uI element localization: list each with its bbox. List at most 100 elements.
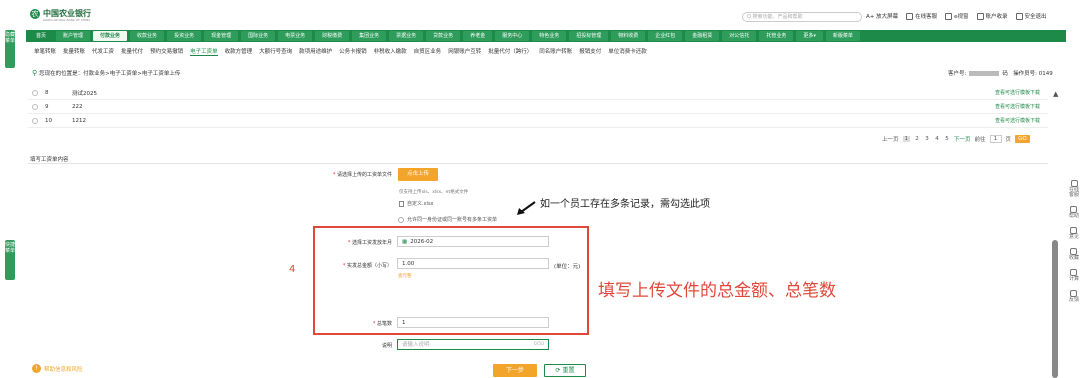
nav-item[interactable]: 更多▾ bbox=[796, 31, 823, 41]
table-row[interactable]: 8 测试2025 查看可选行模板下载 bbox=[28, 86, 1048, 100]
subnav-item[interactable]: 单位消费卡还款 bbox=[608, 47, 647, 56]
subnav-item[interactable]: 电子工资单 bbox=[190, 47, 218, 56]
checkbox-icon[interactable] bbox=[398, 216, 404, 223]
nav-item[interactable]: 服务中心 bbox=[495, 31, 530, 41]
subnav-item[interactable]: 自贸区业务 bbox=[414, 47, 442, 56]
subnav-item[interactable]: 批量代付（跨行） bbox=[488, 47, 532, 56]
template-table: 8 测试2025 查看可选行模板下载 9 222 查看可选行模板下载 10 12… bbox=[28, 86, 1048, 128]
step-number: 4 bbox=[289, 264, 296, 275]
template-download-link[interactable]: 查看可选行模板下载 bbox=[995, 117, 1040, 124]
online-service-button[interactable]: 在线客服 bbox=[906, 12, 937, 20]
amount-input[interactable]: 1.00 bbox=[397, 258, 549, 269]
subnav-item[interactable]: 代发工资 bbox=[92, 47, 114, 56]
subnav-item[interactable]: 公务卡报销 bbox=[339, 47, 367, 56]
table-row[interactable]: 10 1212 查看可选行模板下载 bbox=[28, 114, 1048, 128]
prev-page-button[interactable]: 上一页 bbox=[882, 135, 899, 143]
nav-item[interactable]: 养老金 bbox=[463, 31, 493, 41]
nav-item[interactable]: 电票业务 bbox=[278, 31, 313, 41]
nav-item[interactable]: 票据业务 bbox=[389, 31, 424, 41]
subnav-item[interactable]: 非税收入缴款 bbox=[374, 47, 407, 56]
page-button[interactable]: 2 bbox=[914, 136, 920, 142]
page-button[interactable]: 5 bbox=[944, 136, 950, 142]
nav-item[interactable]: 国际业务 bbox=[241, 31, 276, 41]
hide-menu-tab[interactable]: 隐藏菜单 bbox=[5, 30, 15, 68]
nav-item[interactable]: 企业红包 bbox=[648, 31, 683, 41]
nav-item[interactable]: 招投标管理 bbox=[569, 31, 609, 41]
nav-item[interactable]: 投资业务 bbox=[167, 31, 202, 41]
nav-item[interactable]: 新版菜单 bbox=[825, 31, 860, 41]
nav-item[interactable]: 金融租赁 bbox=[685, 31, 720, 41]
subnav-item[interactable]: 批量转账 bbox=[63, 47, 85, 56]
subnav-item[interactable]: 款项用途维护 bbox=[299, 47, 332, 56]
nav-item[interactable]: 物料收费 bbox=[611, 31, 646, 41]
allow-duplicate-checkbox[interactable]: 允许同一身份证或同一账号有多条工资单 bbox=[398, 216, 497, 223]
subnav-item[interactable]: 收款方管理 bbox=[225, 47, 253, 56]
row-radio[interactable] bbox=[32, 89, 38, 96]
template-download-link[interactable]: 查看可选行模板下载 bbox=[995, 89, 1040, 96]
right-tool-feedback[interactable]: 意见 bbox=[1069, 227, 1079, 240]
subnav-item[interactable]: 大额行号查询 bbox=[259, 47, 292, 56]
right-tool-favorite[interactable]: 收藏 bbox=[1069, 248, 1079, 261]
message-icon bbox=[1070, 290, 1078, 297]
next-button[interactable]: 下一步 bbox=[493, 364, 537, 377]
right-tool-report[interactable]: 反馈 bbox=[1069, 290, 1079, 303]
nav-item[interactable]: 付款业务 bbox=[93, 31, 128, 41]
nav-item[interactable]: 托管业务 bbox=[759, 31, 794, 41]
goto-page-input[interactable]: 1 bbox=[989, 135, 1002, 143]
row-radio[interactable] bbox=[32, 103, 38, 110]
uploaded-file[interactable]: 自定义.xlsx bbox=[399, 200, 434, 207]
right-tool-service[interactable]: 在线客服 bbox=[1068, 180, 1080, 198]
bank-logo[interactable]: 农 中国农业银行 AGRICULTURAL BANK OF CHINA bbox=[30, 8, 91, 22]
nav-item[interactable]: 贷款业务 bbox=[426, 31, 461, 41]
scroll-up-icon[interactable]: ▲ bbox=[1053, 90, 1058, 98]
nav-item[interactable]: 特色业务 bbox=[532, 31, 567, 41]
star-icon bbox=[1070, 248, 1078, 255]
account-record-button[interactable]: 账户收录 bbox=[976, 12, 1008, 20]
subnav-item[interactable]: 同名账户转账 bbox=[539, 47, 572, 56]
count-label: * 总笔数 bbox=[372, 321, 392, 327]
subnav-item[interactable]: 批量代付 bbox=[121, 47, 143, 56]
nav-item[interactable]: 财税缴费 bbox=[315, 31, 350, 41]
window-icon bbox=[945, 12, 953, 20]
right-tool-help[interactable]: 帮助 bbox=[1069, 206, 1079, 219]
page-button[interactable]: 3 bbox=[924, 136, 930, 142]
e-window-button[interactable]: e视窗 bbox=[945, 12, 969, 20]
template-download-link[interactable]: 查看可选行模板下载 bbox=[995, 103, 1040, 110]
count-input[interactable]: 1 bbox=[397, 317, 549, 328]
upload-label: * 请选择上传的工资单文件 bbox=[332, 172, 392, 178]
page-button[interactable]: 1 bbox=[902, 136, 911, 142]
logout-button[interactable]: 安全退出 bbox=[1015, 12, 1047, 20]
reset-button[interactable]: ⟳ 重置 bbox=[544, 364, 586, 377]
breadcrumb: ⚲ 您现在的位置是：付款业务>电子工资单>电子工资单上传 bbox=[32, 69, 180, 77]
table-row[interactable]: 9 222 查看可选行模板下载 bbox=[28, 100, 1048, 114]
search-input[interactable]: Q 搜索功能、产品和帮助 bbox=[742, 12, 862, 22]
quick-menu-tab[interactable]: 快捷菜单 bbox=[5, 240, 15, 280]
subnav-item[interactable]: 报销支付 bbox=[579, 47, 601, 56]
page-button[interactable]: 4 bbox=[934, 136, 940, 142]
go-button[interactable]: GO bbox=[1015, 135, 1030, 143]
row-radio[interactable] bbox=[32, 117, 38, 124]
desc-input[interactable]: 请输入说明 0/50 bbox=[397, 339, 549, 350]
record-icon bbox=[976, 12, 984, 20]
comment-icon bbox=[1070, 227, 1078, 234]
right-tool-calc[interactable]: 计算 bbox=[1069, 269, 1079, 282]
upload-button[interactable]: 点击上传 bbox=[398, 168, 438, 181]
help-info[interactable]: ! 帮助信息和风险 bbox=[32, 364, 83, 373]
subnav-item[interactable]: 预约交易撤销 bbox=[150, 47, 183, 56]
amount-label: * 实发总金额（小写） bbox=[342, 263, 392, 269]
nav-item[interactable]: 收款业务 bbox=[130, 31, 165, 41]
nav-item[interactable]: 首页 bbox=[29, 31, 53, 41]
main-nav: 首页 账户管理 付款业务 收款业务 投资业务 现金管理 国际业务 电票业务 财税缴费 集团业务 票据… bbox=[26, 30, 1066, 42]
desc-label: 说明 bbox=[381, 343, 392, 349]
desc-counter: 0/50 bbox=[533, 342, 544, 347]
subnav-item[interactable]: 网银账户互转 bbox=[448, 47, 481, 56]
zoom-button[interactable]: A+ 放大屏幕 bbox=[866, 12, 898, 20]
nav-item[interactable]: 现金管理 bbox=[204, 31, 239, 41]
vertical-scrollbar[interactable] bbox=[1052, 240, 1058, 378]
next-page-button[interactable]: 下一页 bbox=[954, 135, 971, 143]
month-picker[interactable]: ▦ 2026-02 bbox=[397, 236, 549, 247]
nav-item[interactable]: 集团业务 bbox=[352, 31, 387, 41]
nav-item[interactable]: 对公信托 bbox=[722, 31, 757, 41]
nav-item[interactable]: 账户管理 bbox=[56, 31, 91, 41]
subnav-item[interactable]: 单笔转账 bbox=[34, 47, 56, 56]
